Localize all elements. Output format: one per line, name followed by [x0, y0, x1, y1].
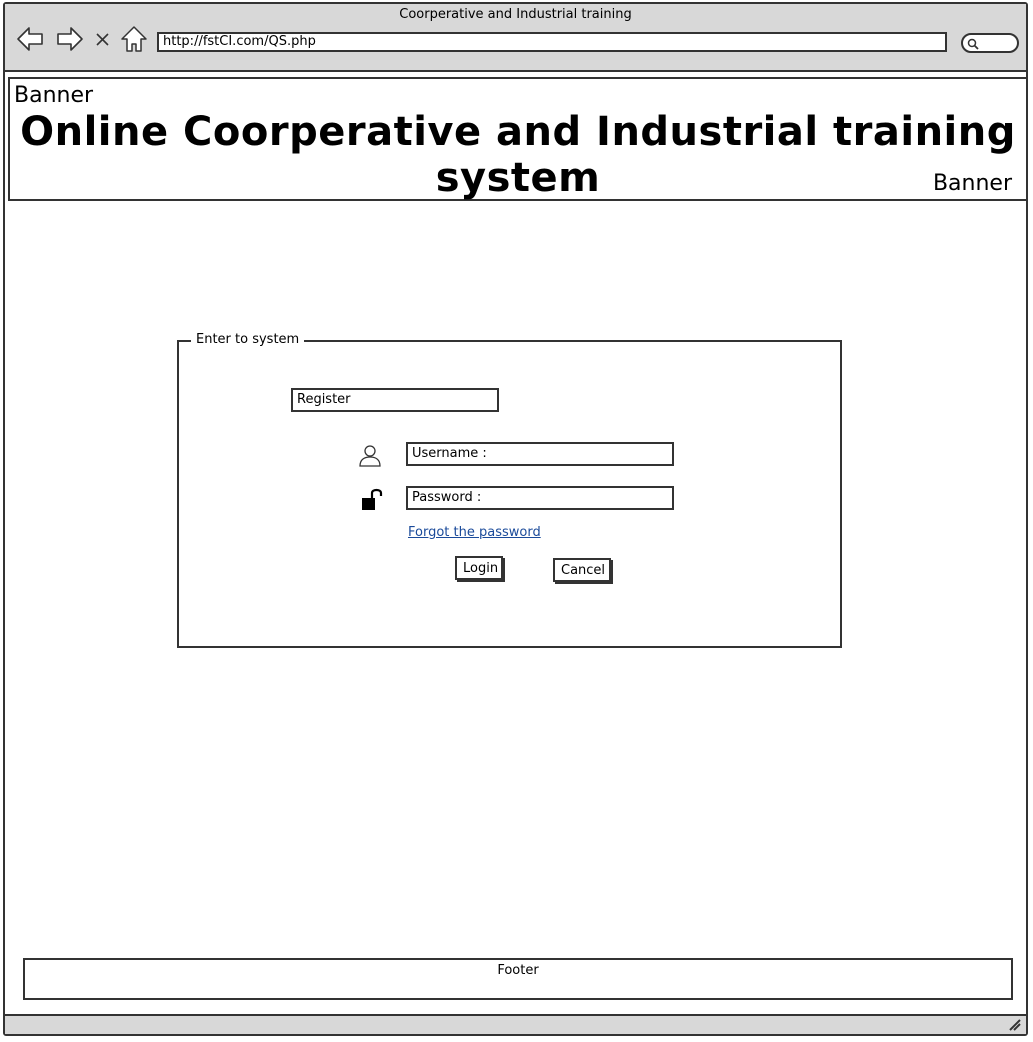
resize-grip-icon[interactable] — [1008, 1018, 1022, 1032]
login-button[interactable]: Login — [455, 556, 503, 580]
banner-label-top: Banner — [14, 83, 94, 108]
browser-window: Coorperative and Industrial training htt… — [3, 2, 1028, 1036]
banner-label-bottom: Banner — [932, 171, 1012, 196]
forgot-password-link[interactable]: Forgot the password — [408, 525, 541, 540]
login-panel: Enter to system Register Username : Pass… — [177, 332, 842, 648]
user-icon — [359, 445, 381, 467]
forward-arrow-icon[interactable] — [55, 24, 85, 54]
login-panel-legend: Enter to system — [191, 332, 305, 347]
home-icon[interactable] — [119, 24, 149, 54]
browser-toolbar: Coorperative and Industrial training htt… — [5, 4, 1026, 72]
banner: Banner Online Coorperative and Industria… — [8, 77, 1028, 201]
footer: Footer — [23, 958, 1013, 1000]
url-input[interactable]: http://fstCI.com/QS.php — [157, 32, 947, 52]
browser-search-field[interactable] — [961, 33, 1019, 53]
register-field[interactable]: Register — [291, 388, 499, 412]
back-arrow-icon[interactable] — [15, 24, 45, 54]
search-icon — [967, 38, 979, 50]
status-bar — [5, 1014, 1026, 1034]
unlock-icon — [362, 488, 383, 510]
window-title: Coorperative and Industrial training — [399, 7, 632, 22]
cancel-button[interactable]: Cancel — [553, 558, 611, 582]
password-field[interactable]: Password : — [406, 486, 674, 510]
username-field[interactable]: Username : — [406, 442, 674, 466]
close-icon[interactable] — [93, 24, 113, 54]
banner-title: Online Coorperative and Industrial train… — [20, 109, 1016, 201]
